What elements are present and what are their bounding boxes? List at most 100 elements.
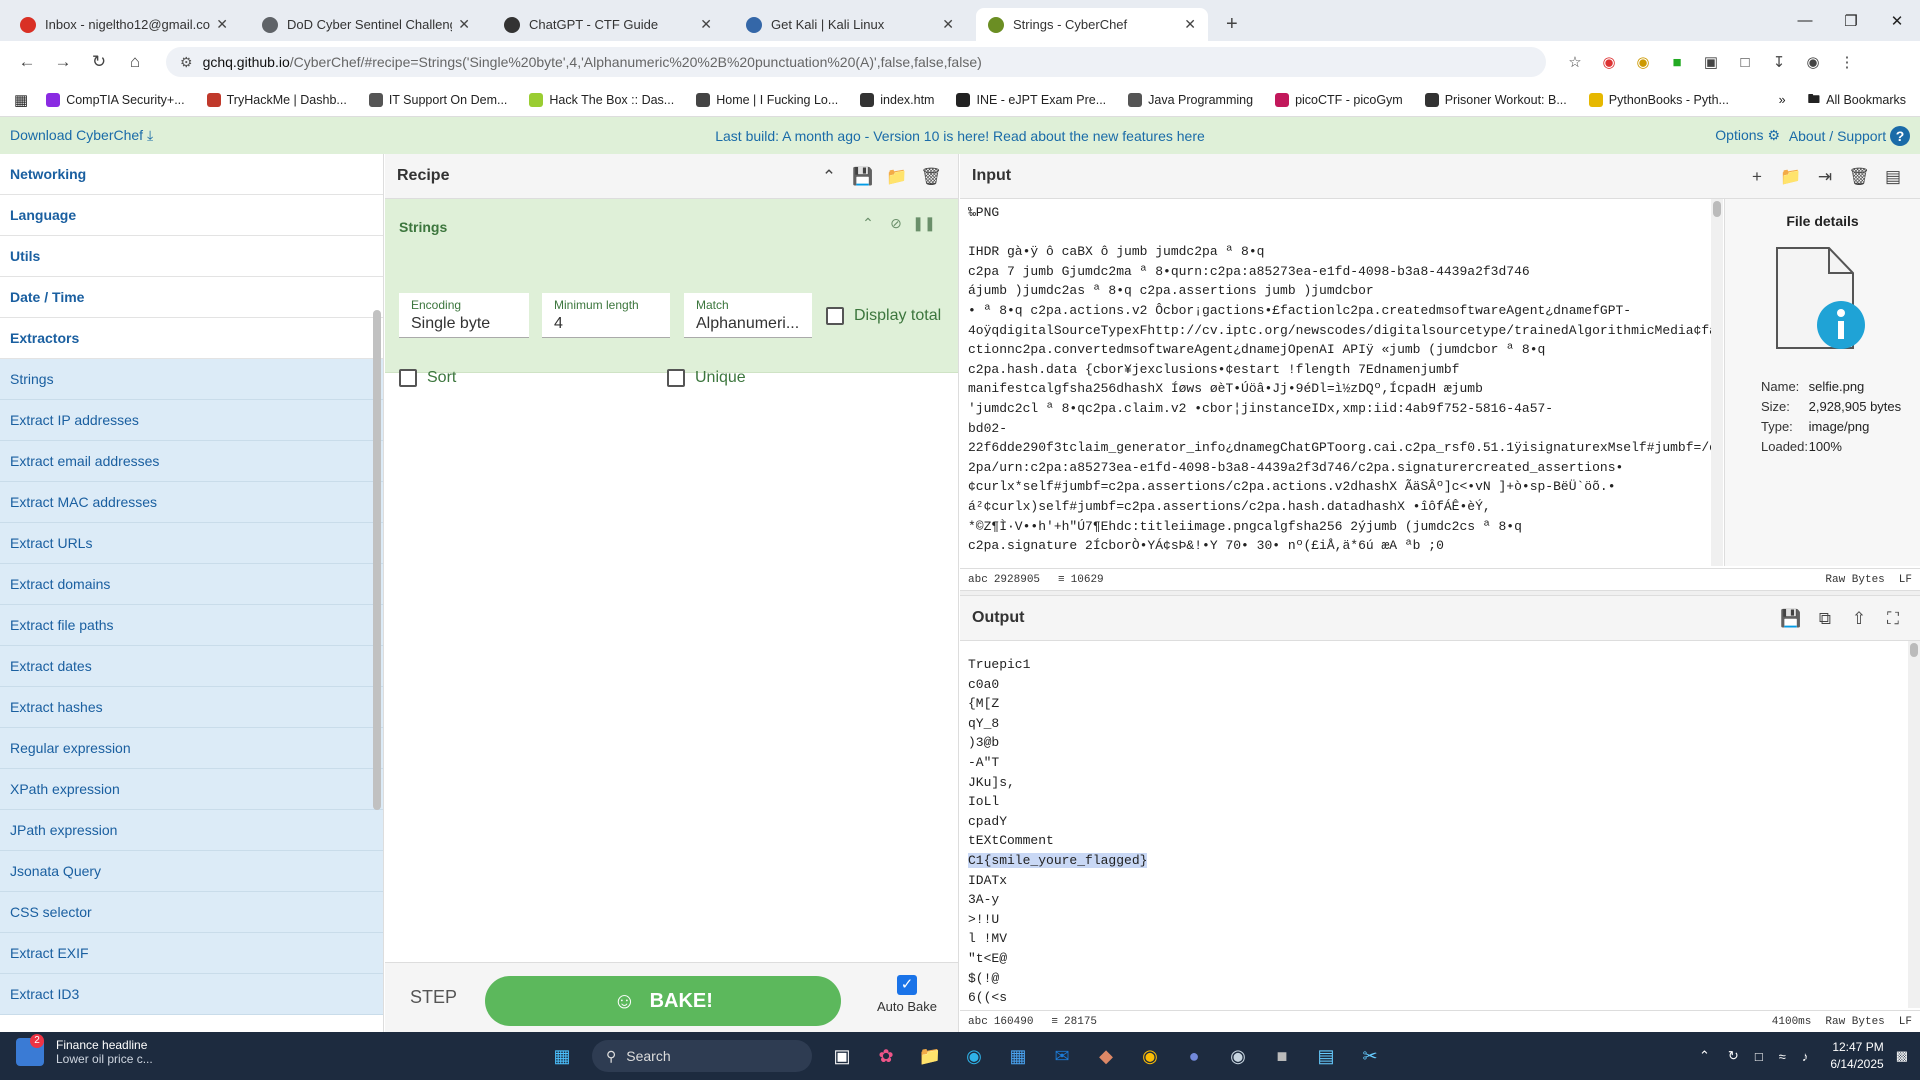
- load-recipe-icon[interactable]: 📁: [880, 167, 914, 187]
- build-message-link[interactable]: Last build: A month ago - Version 10 is …: [0, 128, 1920, 144]
- bookmark-item[interactable]: index.htm: [860, 92, 934, 107]
- browser-tab[interactable]: ChatGPT - CTF Guide ✕: [492, 8, 724, 41]
- browser-tab[interactable]: Inbox - nigeltho12@gmail.com ✕: [8, 8, 240, 41]
- options-button[interactable]: Options ⚙: [1715, 127, 1780, 144]
- eol-button[interactable]: LF: [1899, 1016, 1912, 1028]
- operation-item[interactable]: Extract email addresses: [0, 441, 383, 482]
- layout-icon[interactable]: ▤: [1876, 167, 1910, 187]
- bookmark-item[interactable]: Hack The Box :: Das...: [529, 92, 674, 107]
- clear-input-icon[interactable]: 🗑: [1842, 167, 1876, 187]
- add-input-icon[interactable]: +: [1740, 167, 1774, 187]
- bookmark-item[interactable]: Java Programming: [1128, 92, 1253, 107]
- store-icon[interactable]: ▦: [996, 1038, 1040, 1074]
- apps-grid-icon[interactable]: ▦: [14, 91, 28, 109]
- replace-input-icon[interactable]: ⇧: [1842, 609, 1876, 629]
- close-tab-icon[interactable]: ✕: [1184, 16, 1196, 33]
- display-total-checkbox[interactable]: Display total: [826, 307, 941, 325]
- forward-button[interactable]: →: [48, 52, 78, 72]
- raw-bytes-button[interactable]: Raw Bytes: [1825, 1016, 1884, 1028]
- clock[interactable]: 12:47 PM 6/14/2025: [1830, 1039, 1883, 1073]
- minimize-button[interactable]: —: [1782, 0, 1828, 41]
- profile-avatar-icon[interactable]: ◉: [1796, 53, 1830, 71]
- volume-icon[interactable]: ♪: [1802, 1049, 1809, 1064]
- start-button[interactable]: ▦: [540, 1038, 584, 1074]
- match-select[interactable]: Match Alphanumeri...: [684, 293, 812, 338]
- operation-category[interactable]: Networking: [0, 154, 383, 195]
- notification-icon[interactable]: ▩: [1896, 1048, 1908, 1064]
- close-tab-icon[interactable]: ✕: [700, 16, 712, 33]
- outlook-icon[interactable]: ✉: [1040, 1038, 1084, 1074]
- reload-button[interactable]: ↻: [84, 52, 114, 72]
- extension-icon[interactable]: ◉: [1626, 53, 1660, 71]
- bookmark-item[interactable]: Prisoner Workout: B...: [1424, 92, 1567, 107]
- close-tab-icon[interactable]: ✕: [942, 16, 954, 33]
- operation-item[interactable]: Strings: [0, 359, 383, 400]
- open-folder-icon[interactable]: 📁: [1774, 167, 1808, 187]
- operation-item[interactable]: Extract EXIF: [0, 933, 383, 974]
- operation-item[interactable]: Regular expression: [0, 728, 383, 769]
- operation-item[interactable]: Extract URLs: [0, 523, 383, 564]
- operation-item[interactable]: Extract dates: [0, 646, 383, 687]
- operation-category[interactable]: Date / Time: [0, 277, 383, 318]
- taskbar-search[interactable]: ⚲ Search: [592, 1040, 812, 1072]
- operation-item[interactable]: Extract file paths: [0, 605, 383, 646]
- operations-scrollbar[interactable]: [373, 310, 381, 810]
- operation-item[interactable]: Extract ID3: [0, 974, 383, 1015]
- back-button[interactable]: ←: [12, 52, 42, 72]
- restore-button[interactable]: ❐: [1828, 0, 1874, 41]
- bookmark-item[interactable]: Home | I Fucking Lo...: [696, 92, 838, 107]
- operation-item[interactable]: XPath expression: [0, 769, 383, 810]
- encoding-select[interactable]: Encoding Single byte: [399, 293, 529, 338]
- step-button[interactable]: STEP: [410, 987, 457, 1008]
- adblock-icon[interactable]: ◉: [1592, 53, 1626, 71]
- task-view-icon[interactable]: ▣: [820, 1038, 864, 1074]
- open-file-icon[interactable]: ⇥: [1808, 167, 1842, 187]
- operation-item[interactable]: Extract IP addresses: [0, 400, 383, 441]
- menu-icon[interactable]: ⋮: [1830, 53, 1864, 71]
- chrome-icon[interactable]: ◉: [1128, 1038, 1172, 1074]
- output-textarea[interactable]: Truepic1 c0a0 {M[Z qY_8)3@b -A"T JKu]s, IoLl cp…: [960, 641, 1920, 1008]
- output-scrollbar[interactable]: [1908, 641, 1920, 1008]
- download-cyberchef-link[interactable]: Download CyberChef ⤓: [10, 127, 153, 144]
- browser-tab[interactable]: DoD Cyber Sentinel Challenge ✕: [250, 8, 482, 41]
- steam-icon[interactable]: ◉: [1216, 1038, 1260, 1074]
- bookmark-item[interactable]: INE - eJPT Exam Pre...: [956, 92, 1106, 107]
- chevron-up-icon[interactable]: ⌃: [1699, 1048, 1710, 1064]
- snipping-tool-icon[interactable]: ✂: [1348, 1038, 1392, 1074]
- discord-icon[interactable]: ●: [1172, 1038, 1216, 1074]
- close-tab-icon[interactable]: ✕: [216, 16, 228, 33]
- operation-item[interactable]: JPath expression: [0, 810, 383, 851]
- eol-button[interactable]: LF: [1899, 574, 1912, 586]
- operation-item[interactable]: Extract domains: [0, 564, 383, 605]
- disable-op-icon[interactable]: ⊘: [882, 215, 910, 232]
- browser-tab[interactable]: Strings - CyberChef ✕: [976, 8, 1208, 41]
- input-textarea[interactable]: ‰PNG IHDR gà•ÿ ô caBX ô jumb jumdc2pa ª 8…: [960, 199, 1720, 566]
- download-icon[interactable]: ↧: [1762, 53, 1796, 71]
- app-icon[interactable]: ■: [1260, 1038, 1304, 1074]
- bookmark-star-icon[interactable]: ☆: [1558, 53, 1592, 71]
- close-tab-icon[interactable]: ✕: [458, 16, 470, 33]
- site-info-icon[interactable]: ⚙: [180, 54, 193, 71]
- url-field[interactable]: ⚙ gchq.github.io/CyberChef/#recipe=Strin…: [166, 47, 1546, 77]
- operation-item[interactable]: Extract MAC addresses: [0, 482, 383, 523]
- bookmark-item[interactable]: TryHackMe | Dashb...: [206, 92, 347, 107]
- bookmark-item[interactable]: CompTIA Security+...: [46, 92, 185, 107]
- about-support-button[interactable]: About / Support ?: [1789, 125, 1910, 146]
- pause-op-icon[interactable]: ❚❚: [910, 215, 938, 232]
- more-bookmarks-icon[interactable]: »: [1779, 93, 1786, 107]
- notepad-icon[interactable]: ▤: [1304, 1038, 1348, 1074]
- maximize-output-icon[interactable]: ⛶: [1876, 609, 1910, 629]
- news-widget[interactable]: 2 Finance headline Lower oil price c...: [16, 1034, 153, 1066]
- operation-category[interactable]: Utils: [0, 236, 383, 277]
- sync-icon[interactable]: ↻: [1728, 1048, 1739, 1064]
- m365-icon[interactable]: ◆: [1084, 1038, 1128, 1074]
- all-bookmarks-link[interactable]: All Bookmarks: [1826, 93, 1906, 107]
- operation-item[interactable]: CSS selector: [0, 892, 383, 933]
- file-explorer-icon[interactable]: 📁: [908, 1038, 952, 1074]
- cast-icon[interactable]: □: [1728, 54, 1762, 71]
- browser-tab[interactable]: Get Kali | Kali Linux ✕: [734, 8, 966, 41]
- wifi-icon[interactable]: ≈: [1779, 1049, 1786, 1064]
- bookmark-item[interactable]: PythonBooks - Pyth...: [1588, 92, 1729, 107]
- bookmark-item[interactable]: picoCTF - picoGym: [1275, 92, 1403, 107]
- clear-recipe-icon[interactable]: 🗑: [914, 167, 948, 187]
